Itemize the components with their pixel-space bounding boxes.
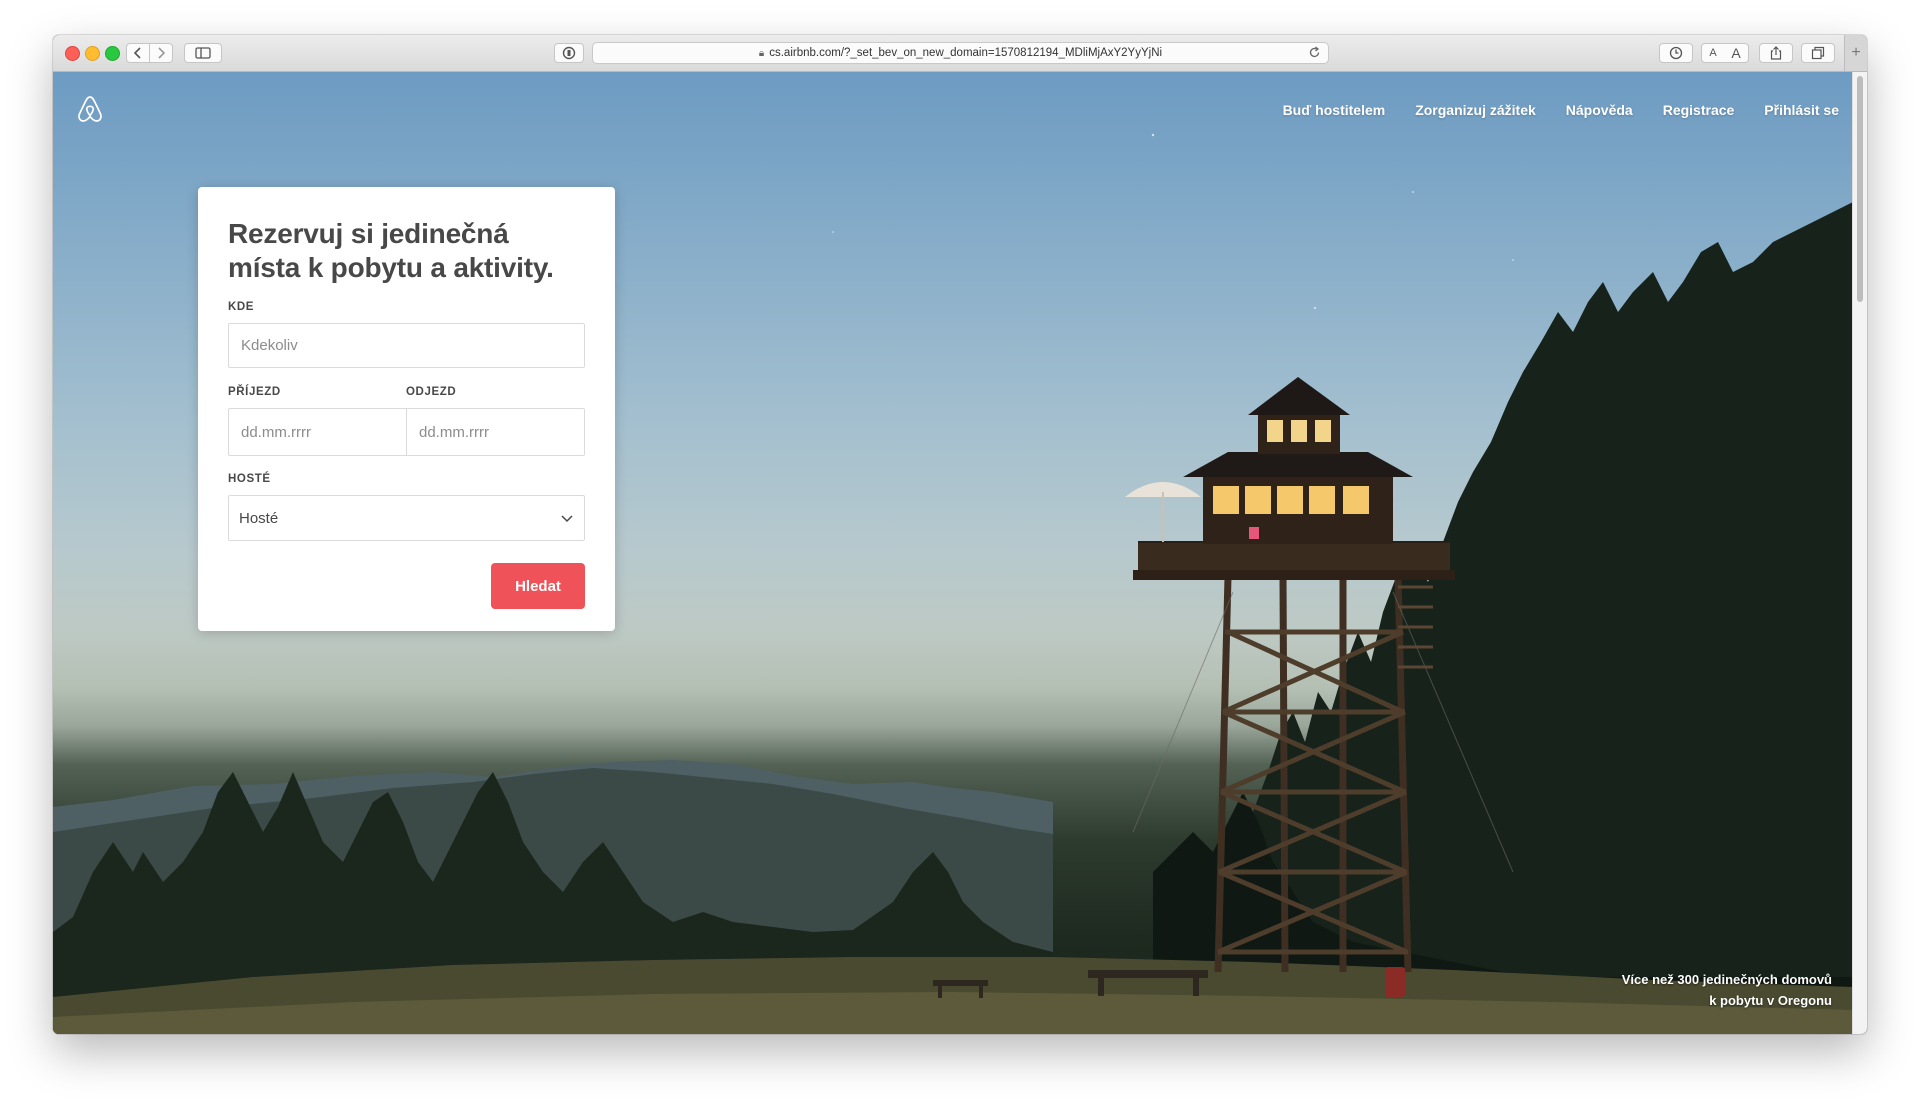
date-range-picker: dd.mm.rrrr dd.mm.rrrr bbox=[228, 408, 585, 456]
page-viewport: Buď hostitelem Zorganizuj zážitek Nápově… bbox=[53, 72, 1853, 1034]
browser-window: 🔒︎ cs.airbnb.com/?_set_bev_on_new_domain… bbox=[53, 35, 1867, 1034]
hero-caption[interactable]: Více než 300 jedinečných domovů k pobytu… bbox=[1622, 969, 1832, 1011]
where-input[interactable]: Kdekoliv bbox=[228, 323, 585, 368]
guests-select[interactable]: Hosté bbox=[228, 495, 585, 541]
chevron-right-icon bbox=[158, 47, 166, 59]
privacy-report-icon bbox=[562, 46, 576, 60]
hero-caption-line1: Více než 300 jedinečných domovů bbox=[1621, 972, 1832, 987]
checkin-input[interactable]: dd.mm.rrrr bbox=[229, 409, 406, 455]
hero-caption-line2: k pobytu v Oregonu bbox=[1709, 993, 1832, 1008]
lock-icon: 🔒︎ bbox=[758, 47, 765, 59]
sidebar-icon bbox=[195, 47, 211, 59]
airbnb-logo-icon[interactable] bbox=[75, 94, 105, 124]
back-button[interactable] bbox=[126, 43, 150, 63]
browser-toolbar: 🔒︎ cs.airbnb.com/?_set_bev_on_new_domain… bbox=[53, 35, 1867, 72]
checkout-input[interactable]: dd.mm.rrrr bbox=[406, 409, 584, 455]
reload-icon bbox=[1309, 46, 1320, 58]
new-tab-button[interactable]: + bbox=[1844, 35, 1867, 71]
tabs-overview-button[interactable] bbox=[1801, 43, 1835, 63]
reload-button[interactable] bbox=[1308, 46, 1321, 62]
top-navigation: Buď hostitelem Zorganizuj zážitek Nápově… bbox=[1283, 102, 1839, 118]
window-zoom-button[interactable] bbox=[105, 46, 120, 61]
checkin-label: PŘÍJEZD bbox=[228, 386, 281, 398]
search-button[interactable]: Hledat bbox=[491, 563, 585, 609]
plus-icon: + bbox=[1851, 44, 1861, 61]
nav-login[interactable]: Přihlásit se bbox=[1764, 102, 1839, 118]
chevron-left-icon bbox=[133, 47, 141, 59]
where-label: KDE bbox=[228, 301, 255, 313]
text-bigger-button[interactable]: A bbox=[1731, 45, 1740, 61]
guests-selected-value: Hosté bbox=[239, 509, 279, 527]
tabs-overview-icon bbox=[1811, 46, 1825, 60]
checkout-label: ODJEZD bbox=[406, 386, 457, 398]
text-size-control[interactable]: A A bbox=[1701, 43, 1749, 63]
text-smaller-button[interactable]: A bbox=[1709, 47, 1716, 59]
guests-label: HOSTÉ bbox=[228, 473, 271, 485]
where-placeholder: Kdekoliv bbox=[241, 337, 298, 354]
url-text: cs.airbnb.com/?_set_bev_on_new_domain=15… bbox=[769, 47, 1163, 59]
nav-signup[interactable]: Registrace bbox=[1663, 102, 1735, 118]
clock-icon bbox=[1669, 46, 1683, 60]
page-scrollbar[interactable] bbox=[1852, 72, 1867, 1034]
search-card: Rezervuj si jedinečná místa k pobytu a a… bbox=[198, 187, 615, 631]
address-bar[interactable]: 🔒︎ cs.airbnb.com/?_set_bev_on_new_domain… bbox=[592, 42, 1329, 64]
privacy-report-button[interactable] bbox=[554, 43, 584, 63]
share-button[interactable] bbox=[1759, 43, 1793, 63]
share-icon bbox=[1770, 46, 1782, 60]
checkout-placeholder: dd.mm.rrrr bbox=[419, 423, 489, 441]
nav-help[interactable]: Nápověda bbox=[1566, 102, 1633, 118]
nav-host[interactable]: Buď hostitelem bbox=[1283, 102, 1386, 118]
nav-host-experience[interactable]: Zorganizuj zážitek bbox=[1415, 102, 1536, 118]
chevron-down-icon bbox=[561, 515, 573, 523]
sidebar-button[interactable] bbox=[184, 43, 222, 63]
window-minimize-button[interactable] bbox=[85, 46, 100, 61]
scrollbar-thumb[interactable] bbox=[1857, 76, 1863, 302]
window-close-button[interactable] bbox=[65, 46, 80, 61]
checkin-placeholder: dd.mm.rrrr bbox=[241, 423, 311, 441]
search-card-title: Rezervuj si jedinečná místa k pobytu a a… bbox=[228, 218, 554, 283]
history-button[interactable] bbox=[1659, 43, 1693, 63]
forward-button[interactable] bbox=[149, 43, 173, 63]
